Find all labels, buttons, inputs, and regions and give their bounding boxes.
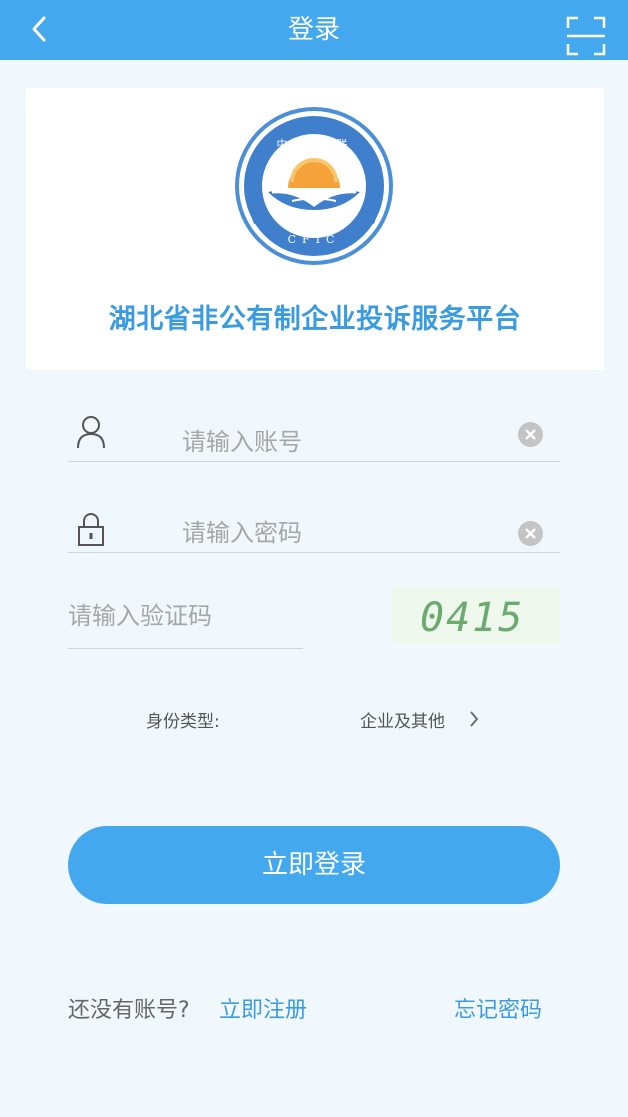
clear-account-button[interactable] xyxy=(518,422,543,447)
captcha-code: 0415 xyxy=(420,595,524,641)
close-icon xyxy=(525,528,536,539)
identity-type-select[interactable]: 企业及其他 xyxy=(358,704,488,734)
clear-password-button[interactable] xyxy=(518,521,543,546)
emblem-bottom-text: CFIC xyxy=(288,233,341,246)
no-account-text: 还没有账号? xyxy=(68,998,190,1023)
page-title: 登录 xyxy=(287,15,340,45)
emblem-top-text: 中国工商联 xyxy=(277,137,352,151)
top-navigation-bar: 登录 xyxy=(0,0,628,60)
lock-icon xyxy=(78,513,104,546)
chevron-right-icon xyxy=(470,711,479,727)
register-link[interactable]: 立即注册 xyxy=(219,992,307,1024)
brand-card: 中国工商联 CFIC 湖北省非公有制企业投诉服务平台 xyxy=(26,88,604,370)
login-button[interactable]: 立即登录 xyxy=(68,826,560,904)
identity-type-value: 企业及其他 xyxy=(360,712,445,732)
captcha-image[interactable]: 0415 xyxy=(392,587,560,643)
platform-name: 湖北省非公有制企业投诉服务平台 xyxy=(108,304,522,335)
captcha-field xyxy=(68,588,303,649)
password-input[interactable] xyxy=(182,515,482,551)
scan-frame-icon xyxy=(566,16,606,56)
emblem-logo: 中国工商联 CFIC xyxy=(235,107,393,265)
forgot-password-link[interactable]: 忘记密码 xyxy=(454,992,542,1024)
captcha-input[interactable] xyxy=(68,598,298,634)
user-icon xyxy=(77,416,105,449)
account-field xyxy=(68,412,560,462)
identity-type-label: 身份类型: xyxy=(146,712,220,732)
close-icon xyxy=(525,429,536,440)
password-field xyxy=(68,503,560,553)
account-input[interactable] xyxy=(182,424,482,460)
captcha-code-graphic: 0415 xyxy=(420,595,524,641)
scan-button[interactable] xyxy=(566,16,606,56)
